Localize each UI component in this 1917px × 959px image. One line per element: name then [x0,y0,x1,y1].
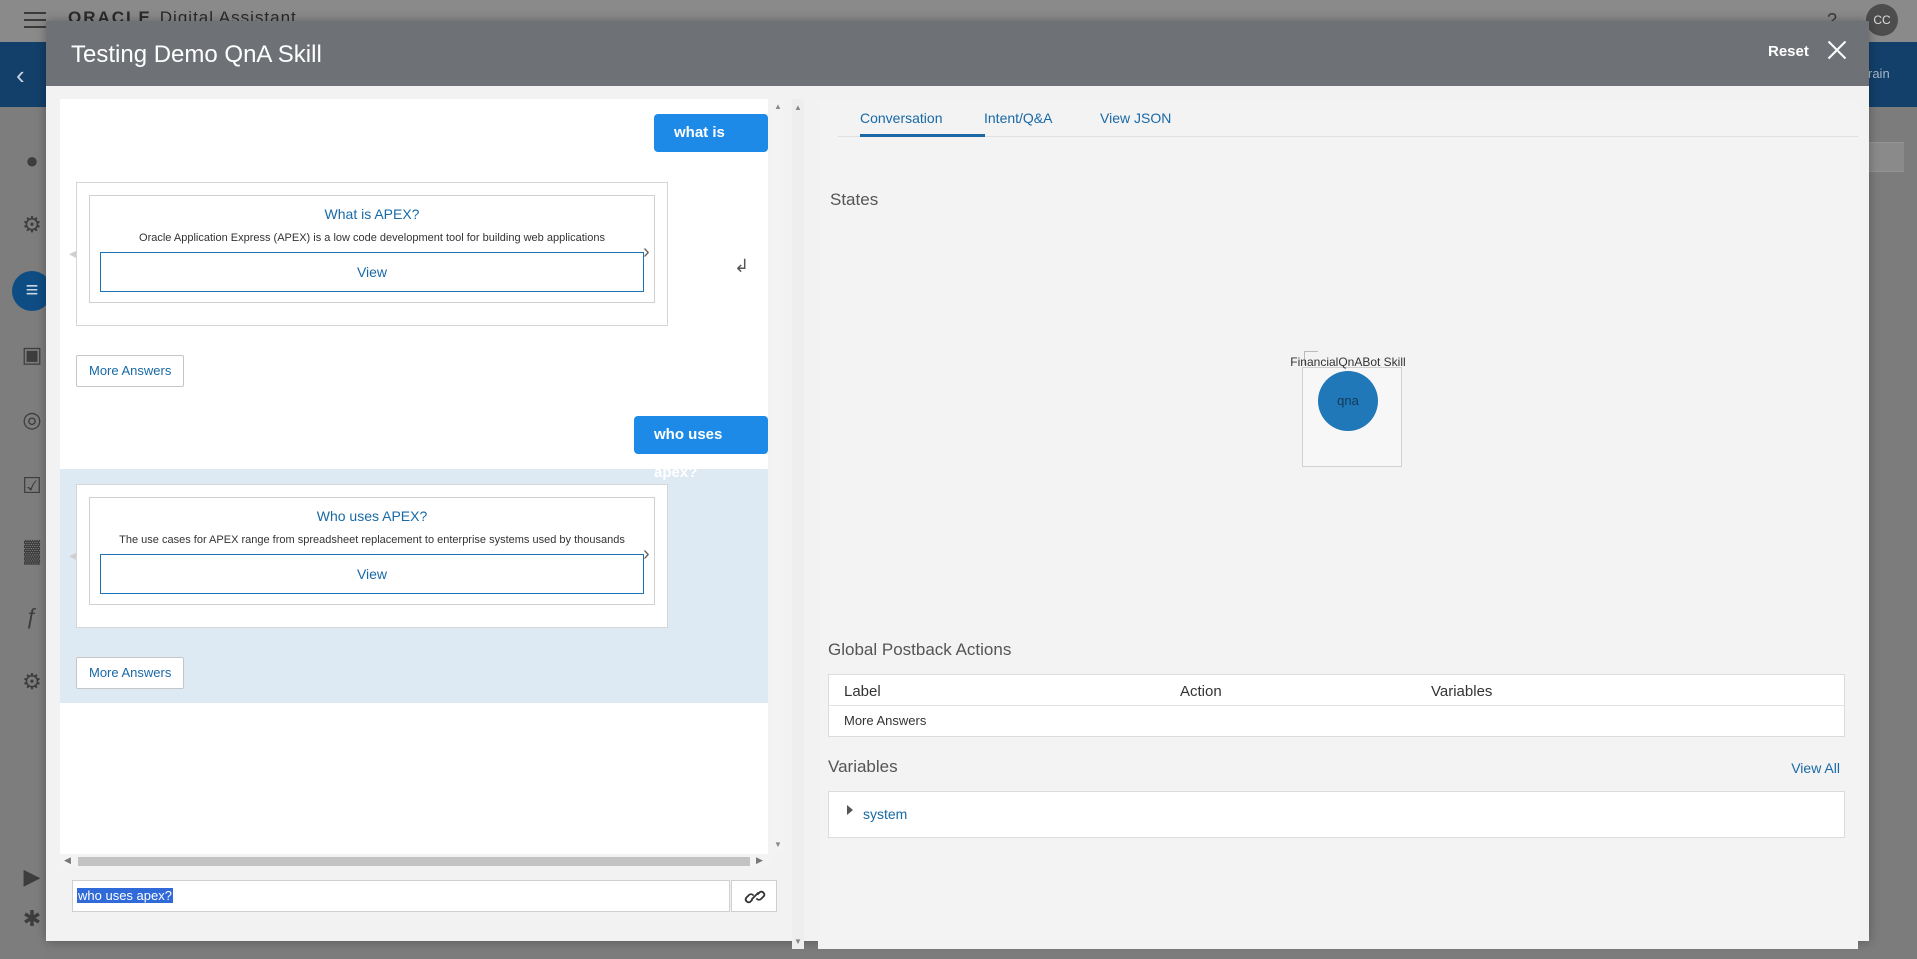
train-button[interactable]: rain [1868,66,1890,81]
state-node[interactable]: qna [1318,371,1378,431]
reset-button[interactable]: Reset [1768,43,1809,60]
hamburger-menu-icon[interactable] [24,12,46,28]
quality-icon[interactable]: ☑ [19,473,45,499]
undo-icon[interactable]: ↲ [734,256,754,276]
answer-card: What is APEX? Oracle Application Express… [89,195,655,303]
scroll-down-icon[interactable]: ▼ [774,840,782,849]
modal-title: Testing Demo QnA Skill [71,41,322,68]
column-header-action: Action [1180,683,1222,700]
chat-vertical-scrollbar[interactable]: ▲ ▼ [770,99,784,853]
debug-scrollbar[interactable]: ▲ ▼ [792,99,804,949]
expand-triangle-icon[interactable] [847,805,853,815]
app-right-collapse[interactable] [1868,142,1904,172]
scroll-up-icon[interactable]: ▲ [794,103,802,112]
back-arrow-icon[interactable]: ‹ [16,60,25,91]
user-message: what is apex [654,114,768,179]
more-answers-button[interactable]: More Answers [76,355,185,387]
carousel-next-icon[interactable]: › [643,241,650,264]
modal-header: Testing Demo QnA Skill Reset [46,21,1869,86]
more-answers-button[interactable]: More Answers [76,657,185,689]
variables-list: system [828,791,1845,838]
bug-icon[interactable]: ✱ [19,906,45,932]
tab-conversation[interactable]: Conversation [860,110,943,126]
flows-icon[interactable]: ≡ [19,277,45,303]
chat-input-value: who uses apex? [77,888,173,903]
carousel-prev-icon[interactable]: ◂ [69,245,76,262]
answer-card: Who uses APEX? The use cases for APEX ra… [89,497,655,605]
column-header-variables: Variables [1431,683,1493,700]
scroll-right-icon[interactable]: ▶ [756,855,763,866]
column-header-label: Label [844,683,881,700]
chat-input-row: who uses apex? [72,880,778,912]
scrollbar-thumb[interactable] [78,857,750,866]
link-icon [744,890,766,904]
qna-icon[interactable]: ◎ [19,407,45,433]
answer-carousel: ◂ What is APEX? Oracle Application Expre… [69,182,668,326]
tab-view-json[interactable]: View JSON [1100,110,1171,126]
debug-pane: Conversation Intent/Q&A View JSON States… [818,99,1858,949]
view-button[interactable]: View [100,252,644,292]
skill-tester-modal: Testing Demo QnA Skill Reset what is ape… [46,21,1869,949]
play-icon[interactable]: ▶ [19,864,45,890]
scroll-left-icon[interactable]: ◀ [64,855,71,866]
variable-item-system[interactable]: system [863,806,907,822]
chat-horizontal-scrollbar[interactable]: ◀ ▶ [60,854,770,868]
variables-title: Variables [828,757,898,776]
entities-icon[interactable]: ⚙ [19,212,45,238]
answer-text: The use cases for APEX range from spread… [119,534,625,546]
chat-message-input[interactable]: who uses apex? [72,880,730,912]
global-postback-title: Global Postback Actions [828,640,1012,659]
table-header: Label Action Variables [829,675,1844,706]
chat-pane[interactable]: what is apex ◂ What is APEX? Oracle Appl… [60,99,768,854]
avatar[interactable]: CC [1866,4,1898,36]
flow-name-label: FinancialQnABot Skill [1290,355,1406,369]
resource-bundles-icon[interactable]: ▣ [19,342,45,368]
scroll-down-icon[interactable]: ▼ [794,937,802,946]
answer-carousel: ◂ Who uses APEX? The use cases for APEX … [69,484,668,628]
attach-button[interactable] [731,880,777,912]
close-icon[interactable] [1824,37,1850,63]
active-tab-indicator [860,134,985,137]
scroll-up-icon[interactable]: ▲ [774,102,782,111]
view-all-link[interactable]: View All [1790,760,1840,776]
carousel-next-icon[interactable]: › [643,543,650,566]
view-button[interactable]: View [100,554,644,594]
intents-icon[interactable]: ● [19,148,45,174]
answer-title: What is APEX? [324,206,420,222]
states-graph: FinancialQnABot Skill qna [818,179,1858,539]
row-label: More Answers [844,713,927,728]
settings-icon[interactable]: ⚙ [19,669,45,695]
answer-text: Oracle Application Express (APEX) is a l… [139,232,605,244]
answer-title: Who uses APEX? [316,508,428,524]
user-message: who uses apex? [634,416,768,481]
global-postback-table: Label Action Variables More Answers [828,674,1845,737]
functions-icon[interactable]: ƒ [19,604,45,630]
insights-icon[interactable]: ▓ [19,538,45,564]
debug-tabs: Conversation Intent/Q&A View JSON [838,99,1858,137]
carousel-prev-icon[interactable]: ◂ [69,547,76,564]
tab-intent-qna[interactable]: Intent/Q&A [984,110,1052,126]
